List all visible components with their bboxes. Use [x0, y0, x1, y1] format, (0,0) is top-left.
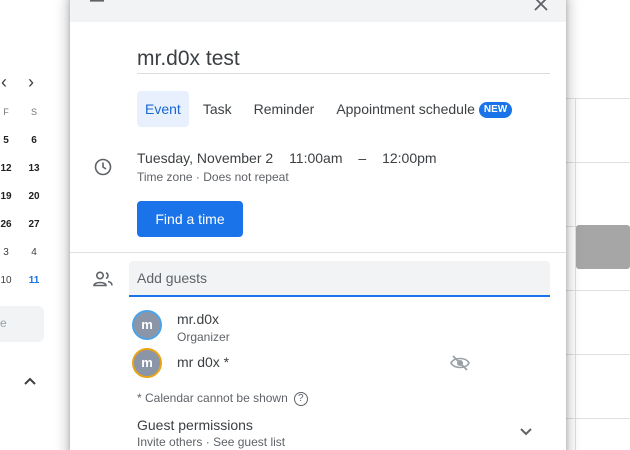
guest-name: mr d0x *: [177, 354, 230, 370]
guest-permissions-title[interactable]: Guest permissions: [137, 417, 253, 433]
event-start-time: 11:00am: [289, 150, 343, 166]
weekday-header: S: [30, 107, 37, 117]
repeat-setting[interactable]: Does not repeat: [203, 170, 288, 184]
event-dialog: mr.d0x test Event Task Reminder Appointm…: [70, 0, 566, 450]
find-a-time-button[interactable]: Find a time: [137, 201, 243, 237]
grid-divider: [566, 290, 630, 291]
grid-divider: [566, 98, 630, 99]
visibility-off-icon[interactable]: [450, 355, 470, 371]
tab-label: Task: [202, 101, 232, 117]
calendar-event-block[interactable]: [576, 225, 630, 269]
mini-day[interactable]: 11: [22, 275, 46, 286]
mini-day[interactable]: 20: [22, 191, 46, 202]
time-separator: –: [358, 150, 367, 166]
guest-row[interactable]: m mr.d0x Organizer: [132, 310, 552, 346]
mini-day[interactable]: 5: [0, 135, 18, 146]
mini-day[interactable]: 4: [22, 247, 46, 258]
calendar-note-text: * Calendar cannot be shown: [137, 391, 288, 405]
tab-task[interactable]: Task: [195, 91, 240, 127]
tab-appointment-schedule[interactable]: Appointment schedule NEW: [328, 91, 520, 127]
event-date: Tuesday, November 2: [137, 150, 274, 166]
dialog-header: [70, 0, 566, 22]
add-guests-input[interactable]: [129, 261, 550, 297]
tab-event[interactable]: Event: [137, 91, 189, 127]
grid-divider: [566, 162, 630, 163]
people-icon: [93, 271, 113, 287]
guest-name: mr.d0x: [177, 311, 220, 327]
permission-see-list: See guest list: [213, 435, 286, 449]
mini-day[interactable]: 26: [0, 219, 18, 230]
avatar: m: [132, 348, 162, 378]
grid-divider: [566, 354, 630, 355]
separator: ·: [195, 170, 200, 184]
time-zone-link[interactable]: Time zone: [137, 170, 193, 184]
event-end-time: 12:00pm: [382, 150, 437, 166]
tab-label: Reminder: [253, 101, 315, 117]
mini-day[interactable]: 3: [0, 247, 18, 258]
event-datetime[interactable]: Tuesday, November 2 11:00am – 12:00pm: [137, 150, 449, 166]
chevron-up-icon[interactable]: [24, 372, 36, 388]
prev-month-icon[interactable]: ‹: [1, 72, 7, 93]
search-people-text: e: [0, 316, 7, 330]
avatar: m: [132, 310, 162, 340]
new-badge: NEW: [478, 102, 513, 119]
event-title-input[interactable]: mr.d0x test: [137, 44, 550, 74]
tab-label: Appointment schedule: [336, 101, 475, 117]
mini-day[interactable]: 10: [0, 275, 18, 286]
next-month-icon[interactable]: ›: [28, 72, 34, 93]
grid-divider: [566, 418, 630, 419]
mini-day[interactable]: 13: [22, 163, 46, 174]
event-type-tabs: Event Task Reminder Appointment schedule…: [137, 91, 520, 127]
tab-reminder[interactable]: Reminder: [246, 91, 323, 127]
tab-label: Event: [145, 101, 181, 117]
mini-day[interactable]: 19: [0, 191, 18, 202]
mini-day[interactable]: 12: [0, 163, 18, 174]
event-datetime-details: Time zone · Does not repeat: [137, 170, 289, 184]
help-icon[interactable]: ?: [293, 391, 308, 406]
mini-day[interactable]: 6: [22, 135, 46, 146]
search-people-field[interactable]: e: [0, 306, 44, 342]
section-divider: [70, 252, 566, 253]
sidebar: ‹ › F S 5 6 12 13 19 20 26 27 3 4 10 11 …: [0, 0, 70, 450]
separator: ·: [205, 435, 210, 449]
clock-icon: [94, 158, 112, 176]
mini-day[interactable]: 27: [22, 219, 46, 230]
weekday-header: F: [3, 107, 9, 117]
guest-permissions-summary: Invite others · See guest list: [137, 435, 285, 449]
calendar-note: * Calendar cannot be shown?: [137, 391, 308, 406]
chevron-down-icon[interactable]: [520, 428, 532, 436]
guest-role: Organizer: [177, 330, 230, 344]
grid-divider: [575, 98, 576, 450]
permission-invite: Invite others: [137, 435, 203, 449]
drag-handle-icon[interactable]: [90, 0, 106, 8]
close-icon[interactable]: [530, 0, 552, 16]
guest-row[interactable]: m mr d0x *: [132, 348, 552, 384]
